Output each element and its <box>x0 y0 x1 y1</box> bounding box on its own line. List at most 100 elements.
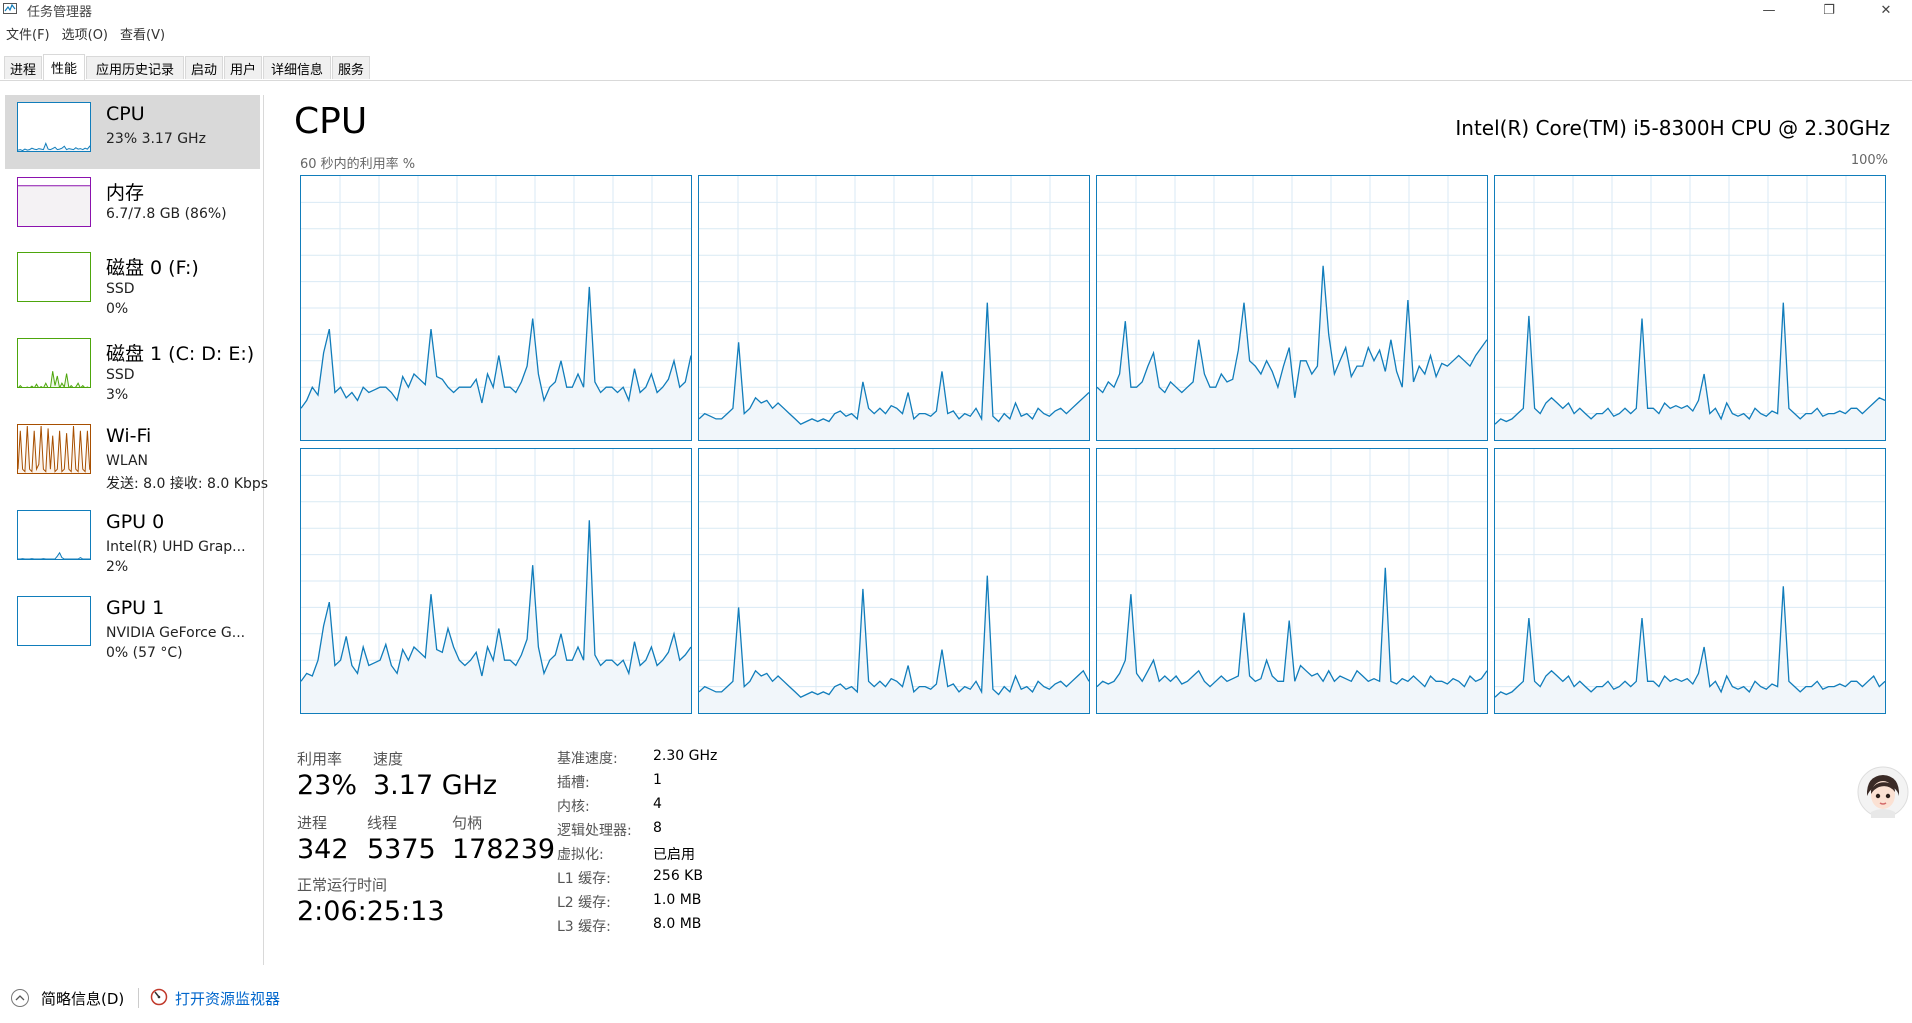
page-title: CPU <box>294 101 368 142</box>
tab-users[interactable]: 用户 <box>224 56 262 79</box>
stat-value: 178239 <box>452 834 556 865</box>
sidebar-item-gpu-0[interactable]: GPU 0 Intel(R) UHD Grap... 2% <box>5 503 260 577</box>
sidebar-item-subdetail: 2% <box>106 559 129 575</box>
detail-row: 逻辑处理器: 8 <box>557 820 717 844</box>
detail-row: L2 缓存: 1.0 MB <box>557 892 717 916</box>
tab-startup[interactable]: 启动 <box>185 56 223 79</box>
stat-value: 2:06:25:13 <box>297 896 445 927</box>
stat-processes: 进程 342 <box>297 812 349 865</box>
stat-label: 正常运行时间 <box>297 876 388 894</box>
maximize-icon: ❐ <box>1823 2 1835 18</box>
sidebar-item-detail: SSD <box>106 367 135 383</box>
stat-value: 342 <box>297 834 349 865</box>
stat-label: 进程 <box>297 814 328 832</box>
sidebar-item-title: CPU <box>106 103 145 125</box>
tab-app-history[interactable]: 应用历史记录 <box>86 56 184 79</box>
sidebar-thumb-graph <box>17 510 91 560</box>
sidebar-item-title: Wi-Fi <box>106 425 152 447</box>
close-icon: ✕ <box>1880 2 1892 18</box>
sidebar-item-cpu[interactable]: CPU 23% 3.17 GHz <box>5 95 260 169</box>
resource-sidebar: CPU 23% 3.17 GHz 内存 6.7/7.8 GB (86%) 磁盘 0 (F… <box>0 95 268 965</box>
stat-label: 线程 <box>367 814 398 832</box>
minimize-button[interactable]: — <box>1749 0 1789 20</box>
core-graph-0 <box>300 175 692 441</box>
core-graph-5 <box>698 448 1090 714</box>
thumb-line <box>18 551 90 559</box>
detail-value: 1 <box>653 772 662 788</box>
sidebar-item-detail: 23% 3.17 GHz <box>106 131 206 147</box>
brief-info-button[interactable]: 简略信息(D) <box>41 988 124 1009</box>
sidebar-item-title: 磁盘 1 (C: D: E:) <box>106 343 255 365</box>
sidebar-item-title: GPU 1 <box>106 597 165 619</box>
sidebar-item-wifi[interactable]: Wi-Fi WLAN 发送: 8.0 接收: 8.0 Kbps <box>5 417 268 492</box>
window-title: 任务管理器 <box>27 5 93 20</box>
sidebar-item-subdetail: 3% <box>106 387 129 403</box>
detail-key: L2 缓存: <box>557 895 611 911</box>
usage-label: 60 秒内的利用率 % <box>300 157 416 172</box>
detail-value: 2.30 GHz <box>653 748 718 764</box>
detail-key: 插槽: <box>557 775 590 791</box>
stat-label: 利用率 <box>297 750 343 768</box>
detail-value: 已启用 <box>653 847 695 863</box>
sidebar-item-gpu-1[interactable]: GPU 1 NVIDIA GeForce G... 0% (57 °C) <box>5 589 260 663</box>
footer-divider <box>138 988 139 1008</box>
menu-bar: 文件(F) 选项(O) 查看(V) <box>0 22 171 43</box>
stat-value: 23% <box>297 770 358 801</box>
detail-row: 插槽: 1 <box>557 772 717 796</box>
chevron-up-icon[interactable] <box>10 988 30 1008</box>
sidebar-item-detail: NVIDIA GeForce G... <box>106 625 246 641</box>
menu-view[interactable]: 查看(V) <box>114 22 171 43</box>
sidebar-item-disk-1[interactable]: 磁盘 1 (C: D: E:) SSD 3% <box>5 331 260 405</box>
sidebar-item-detail: SSD <box>106 281 135 297</box>
detail-key: 逻辑处理器: <box>557 823 632 839</box>
open-resource-monitor-link[interactable]: 打开资源监视器 <box>175 988 280 1009</box>
detail-value: 256 KB <box>653 868 703 884</box>
core-graph-3 <box>1494 175 1886 441</box>
detail-row: L3 缓存: 8.0 MB <box>557 916 717 940</box>
detail-key: L1 缓存: <box>557 871 611 887</box>
tab-details[interactable]: 详细信息 <box>263 56 331 79</box>
sidebar-item-subdetail: 0% <box>106 301 129 317</box>
detail-row: 内核: 4 <box>557 796 717 820</box>
menu-options[interactable]: 选项(O) <box>56 22 114 43</box>
sidebar-thumb-graph <box>17 424 91 474</box>
detail-key: 虚拟化: <box>557 847 604 863</box>
core-graph-7 <box>1494 448 1886 714</box>
menu-file[interactable]: 文件(F) <box>0 22 56 43</box>
task-manager-icon <box>3 3 17 14</box>
sidebar-thumb-graph <box>17 596 91 646</box>
thumb-line <box>18 371 89 387</box>
sidebar-thumb-graph <box>17 177 91 227</box>
tab-services[interactable]: 服务 <box>332 56 370 79</box>
assistant-avatar-icon[interactable] <box>1857 766 1909 818</box>
detail-row: 基准速度: 2.30 GHz <box>557 748 717 772</box>
resource-monitor-icon <box>150 988 168 1006</box>
close-button[interactable]: ✕ <box>1866 0 1906 20</box>
maximize-button[interactable]: ❐ <box>1809 0 1849 20</box>
tab-bar: 进程 性能 应用历史记录 启动 用户 详细信息 服务 <box>0 52 1912 81</box>
tab-performance[interactable]: 性能 <box>43 54 85 80</box>
cpu-details: 基准速度: 2.30 GHz 插槽: 1 内核: 4 逻辑处理器: 8 虚拟化: 已启用 L1 缓存… <box>557 748 717 940</box>
sidebar-item-disk-0[interactable]: 磁盘 0 (F:) SSD 0% <box>5 245 260 319</box>
sidebar-thumb-graph <box>17 252 91 302</box>
cpu-model: Intel(R) Core(TM) i5-8300H CPU @ 2.30GHz <box>1455 116 1890 140</box>
core-graph-2 <box>1096 175 1488 441</box>
tab-processes[interactable]: 进程 <box>4 56 42 79</box>
sidebar-item-memory[interactable]: 内存 6.7/7.8 GB (86%) <box>5 170 260 244</box>
stat-uptime: 正常运行时间 2:06:25:13 <box>297 874 445 927</box>
detail-value: 8 <box>653 820 662 836</box>
detail-value: 8.0 MB <box>653 916 702 932</box>
detail-key: 内核: <box>557 799 590 815</box>
sidebar-item-detail: Intel(R) UHD Grap... <box>106 539 246 555</box>
sidebar-thumb-graph <box>17 102 91 152</box>
sidebar-item-detail: 6.7/7.8 GB (86%) <box>106 206 227 222</box>
detail-value: 4 <box>653 796 662 812</box>
usage-max-label: 100% <box>1850 153 1888 168</box>
core-graph-4 <box>300 448 692 714</box>
sidebar-item-title: 磁盘 0 (F:) <box>106 257 199 279</box>
stat-handles: 句柄 178239 <box>452 812 555 865</box>
thumb-area <box>18 185 90 226</box>
stat-utilization: 利用率 23% <box>297 748 357 801</box>
detail-value: 1.0 MB <box>653 892 702 908</box>
title-bar: 任务管理器 — ❐ ✕ <box>0 0 1912 20</box>
